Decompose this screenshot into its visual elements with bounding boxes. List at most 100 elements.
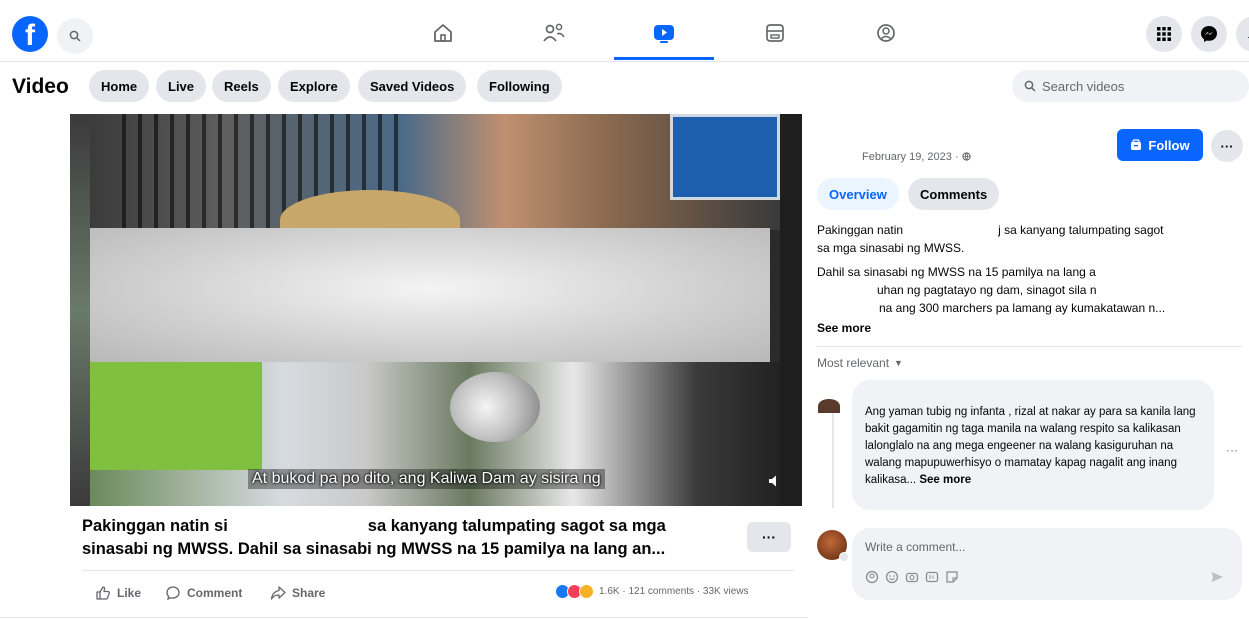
comment-text: Ang yaman tubig ng infanta , rizal at na… xyxy=(865,406,1196,486)
player-edge-right xyxy=(780,114,802,506)
write-comment-placeholder: Write a comment... xyxy=(865,540,966,554)
comment-tools xyxy=(865,570,959,584)
messenger-button[interactable] xyxy=(1191,16,1227,52)
tab-comments[interactable]: Comments xyxy=(908,178,1000,210)
avatar-sticker-button[interactable] xyxy=(865,570,879,584)
panel-more-button[interactable]: ··· xyxy=(1211,130,1243,162)
search-icon xyxy=(69,30,81,42)
emoji-button[interactable] xyxy=(885,570,899,584)
player-edge-left xyxy=(70,114,90,506)
nav-home[interactable] xyxy=(425,18,461,48)
search-button[interactable] xyxy=(57,18,93,54)
comment-see-more-link[interactable]: See more xyxy=(919,474,971,486)
avatar-sticker-icon xyxy=(865,570,879,584)
gaming-icon xyxy=(877,24,895,42)
pill-following[interactable]: Following xyxy=(477,70,562,102)
volume-icon xyxy=(769,475,776,487)
comment-sort-label: Most relevant xyxy=(817,356,890,370)
share-button[interactable]: Share xyxy=(270,585,325,601)
like-icon xyxy=(96,586,110,600)
gif-icon xyxy=(925,571,939,583)
description-line-3: Dahil sa sinasabi ng MWSS na 15 pamilya … xyxy=(817,265,1096,279)
post-stats: 1.6K · 121 comments · 33K views xyxy=(599,586,749,597)
menu-grid-icon xyxy=(1157,27,1171,41)
post-caption: Pakinggan natin si sa kanyang talumpating… xyxy=(82,515,732,561)
marketplace-icon xyxy=(766,24,784,42)
top-navigation-bar: f xyxy=(0,0,1249,62)
panel-divider xyxy=(817,346,1242,347)
follow-page-icon xyxy=(1131,139,1142,150)
nav-friends[interactable] xyxy=(536,18,572,48)
post-divider xyxy=(82,570,794,571)
search-videos-input[interactable]: Search videos xyxy=(1012,70,1249,102)
watch-icon xyxy=(654,25,674,43)
follow-button[interactable]: Follow xyxy=(1117,129,1203,161)
reaction-summary[interactable]: 1.6K · 121 comments · 33K views xyxy=(555,584,749,599)
friends-icon xyxy=(543,23,565,42)
description-line-1: Pakinggan natin j sa kanyang talumpating … xyxy=(817,222,1237,238)
page-title: Video xyxy=(12,75,69,98)
care-reaction-icon xyxy=(579,584,594,599)
pill-home[interactable]: Home xyxy=(89,70,150,102)
post-more-button[interactable]: ··· xyxy=(747,522,791,552)
share-icon xyxy=(270,586,286,600)
caret-down-icon: ▼ xyxy=(894,358,903,368)
menu-button[interactable] xyxy=(1146,16,1182,52)
nav-gaming[interactable] xyxy=(868,18,904,48)
home-icon xyxy=(434,24,452,42)
like-button[interactable]: Like xyxy=(95,585,141,601)
camera-button[interactable] xyxy=(905,570,919,584)
post-date[interactable]: February 19, 2023 · xyxy=(862,151,971,163)
comment-more-button[interactable]: ··· xyxy=(1226,443,1238,457)
volume-button[interactable] xyxy=(768,474,782,493)
description-line-2: sa mga sinasabi ng MWSS. xyxy=(817,241,965,255)
gif-button[interactable] xyxy=(925,570,939,584)
write-comment-input[interactable]: Write a comment... xyxy=(852,528,1242,600)
logo-letter: f xyxy=(25,19,35,52)
sticker-icon xyxy=(946,571,958,583)
pill-live[interactable]: Live xyxy=(156,70,207,102)
send-comment-button[interactable] xyxy=(1210,570,1224,584)
emoji-icon xyxy=(885,570,899,584)
tab-overview[interactable]: Overview xyxy=(817,178,899,210)
facebook-logo[interactable]: f xyxy=(12,16,48,52)
description-line-4: uhan ng pagtatayo ng dam, sinagot sila n xyxy=(877,283,1097,297)
pill-reels[interactable]: Reels xyxy=(212,70,271,102)
comment-bubble: Ang yaman tubig ng infanta , rizal at na… xyxy=(852,380,1214,510)
see-more-link[interactable]: See more xyxy=(817,321,871,335)
desc-line-1a: Pakinggan natin xyxy=(817,223,904,237)
sticker-button[interactable] xyxy=(945,570,959,584)
comment-label: Comment xyxy=(187,586,243,600)
comment-button[interactable]: Comment xyxy=(165,585,242,601)
comment-icon xyxy=(166,586,180,601)
description-line-5: na ang 300 marchers pa lamang ay kumakat… xyxy=(879,301,1166,315)
video-subtitle: At bukod pa po dito, ang Kaliwa Dam ay s… xyxy=(248,469,605,489)
nav-active-indicator xyxy=(614,57,714,60)
globe-icon xyxy=(962,152,971,161)
video-frame-sign xyxy=(670,114,780,200)
redacted-overlay xyxy=(90,228,770,362)
notifications-button[interactable] xyxy=(1236,16,1249,52)
avatar-switch-badge xyxy=(839,552,849,562)
messenger-icon xyxy=(1201,26,1217,42)
video-player[interactable]: At bukod pa po dito, ang Kaliwa Dam ay s… xyxy=(70,114,802,506)
caption-start: Pakinggan natin si xyxy=(82,517,228,535)
comment-sort-dropdown[interactable]: Most relevant ▼ xyxy=(817,356,903,370)
user-avatar[interactable] xyxy=(817,530,849,562)
comment-thread-line xyxy=(832,413,834,508)
camera-icon xyxy=(905,572,919,583)
like-label: Like xyxy=(117,586,142,600)
nav-watch[interactable] xyxy=(646,18,682,48)
post-date-text: February 19, 2023 · xyxy=(862,151,959,163)
send-icon xyxy=(1211,572,1223,582)
follow-label: Follow xyxy=(1148,137,1190,153)
share-label: Share xyxy=(292,586,326,600)
redacted-green-block xyxy=(90,362,262,470)
desc-line-1b: j sa kanyang talumpating sagot xyxy=(998,223,1164,237)
nav-marketplace[interactable] xyxy=(757,18,793,48)
video-frame-megaphone xyxy=(450,372,540,442)
search-icon xyxy=(1024,80,1036,92)
commenter-avatar[interactable] xyxy=(818,399,840,413)
pill-saved-videos[interactable]: Saved Videos xyxy=(358,70,467,102)
pill-explore[interactable]: Explore xyxy=(278,70,350,102)
